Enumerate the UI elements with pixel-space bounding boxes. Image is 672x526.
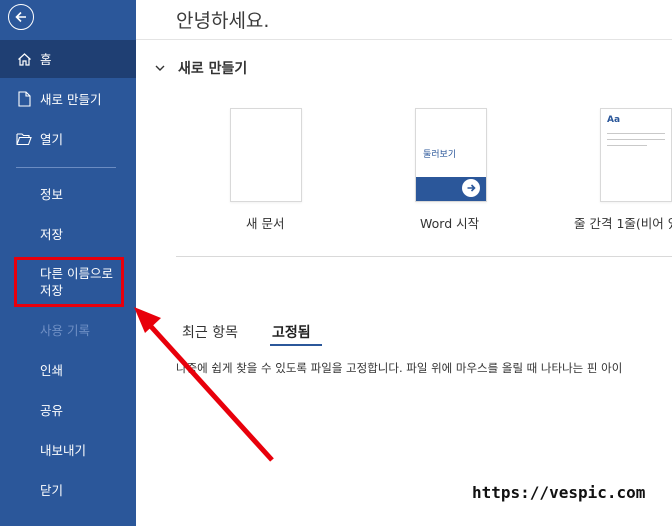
sidebar-item-open[interactable]: 열기	[0, 120, 136, 158]
sidebar-item-label: 내보내기	[40, 442, 87, 458]
new-section-header[interactable]: 새로 만들기	[154, 58, 247, 78]
template-word-tour[interactable]: 둘러보기	[415, 108, 487, 202]
sidebar-item-print[interactable]: 인쇄	[0, 352, 136, 388]
watermark-text: https://vespic.com	[472, 483, 646, 502]
sidebar-item-label: 정보	[40, 186, 64, 202]
sidebar-item-label: 열기	[40, 131, 64, 147]
section-divider	[176, 256, 672, 257]
sidebar-item-share[interactable]: 공유	[0, 392, 136, 428]
main-pane: 안녕하세요. 새로 만들기 새 문서 둘러보기 Word 시작 Aa 줄 간격 …	[136, 0, 672, 526]
sidebar-item-label: 공유	[40, 402, 64, 418]
sidebar-item-info[interactable]: 정보	[0, 176, 136, 212]
sidebar-item-label: 저장	[40, 226, 64, 242]
template-thumb-line	[607, 145, 647, 146]
backstage-sidebar: 홈 새로 만들기 열기 정보 저장 다른 이름으로 저장 사용 기록 인쇄 공유…	[0, 0, 136, 526]
highlight-box	[14, 257, 124, 307]
arrow-left-icon	[15, 11, 26, 23]
home-icon	[16, 51, 32, 67]
new-document-icon	[16, 91, 32, 107]
arrow-right-icon	[462, 179, 480, 197]
tab-recent[interactable]: 최근 항목	[182, 322, 238, 342]
template-label: 새 문서	[246, 216, 285, 231]
sidebar-item-label: 새로 만들기	[40, 91, 102, 107]
template-thumb-text: Aa	[607, 115, 621, 125]
sidebar-item-new[interactable]: 새로 만들기	[0, 80, 136, 118]
sidebar-item-label: 사용 기록	[40, 322, 90, 338]
sidebar-item-history: 사용 기록	[0, 312, 136, 348]
pinned-description: 나중에 쉽게 찾을 수 있도록 파일을 고정합니다. 파일 위에 마우스를 올릴…	[176, 361, 623, 375]
greeting-bar: 안녕하세요.	[136, 0, 672, 40]
back-button[interactable]	[8, 4, 34, 30]
section-title: 새로 만들기	[178, 61, 248, 77]
sidebar-item-label: 홈	[40, 51, 52, 67]
sidebar-item-save[interactable]: 저장	[0, 216, 136, 252]
template-single-spacing[interactable]: Aa	[600, 108, 672, 202]
sidebar-item-label: 닫기	[40, 482, 64, 498]
sidebar-divider	[16, 167, 116, 168]
folder-open-icon	[16, 131, 32, 147]
template-label: Word 시작	[420, 216, 480, 231]
template-label: 줄 간격 1줄(비어 있	[574, 216, 672, 231]
tab-active-indicator	[270, 344, 322, 346]
template-thumb-text: 둘러보기	[423, 150, 457, 160]
sidebar-item-label: 인쇄	[40, 362, 64, 378]
sidebar-item-export[interactable]: 내보내기	[0, 432, 136, 468]
template-thumb-line	[607, 133, 665, 134]
template-blank-document[interactable]	[230, 108, 302, 202]
chevron-down-icon	[155, 65, 165, 71]
sidebar-item-close[interactable]: 닫기	[0, 472, 136, 508]
sidebar-item-home[interactable]: 홈	[0, 40, 136, 78]
page-title: 안녕하세요.	[176, 10, 270, 32]
tab-pinned[interactable]: 고정됨	[272, 322, 311, 342]
template-thumb-line	[607, 139, 665, 140]
